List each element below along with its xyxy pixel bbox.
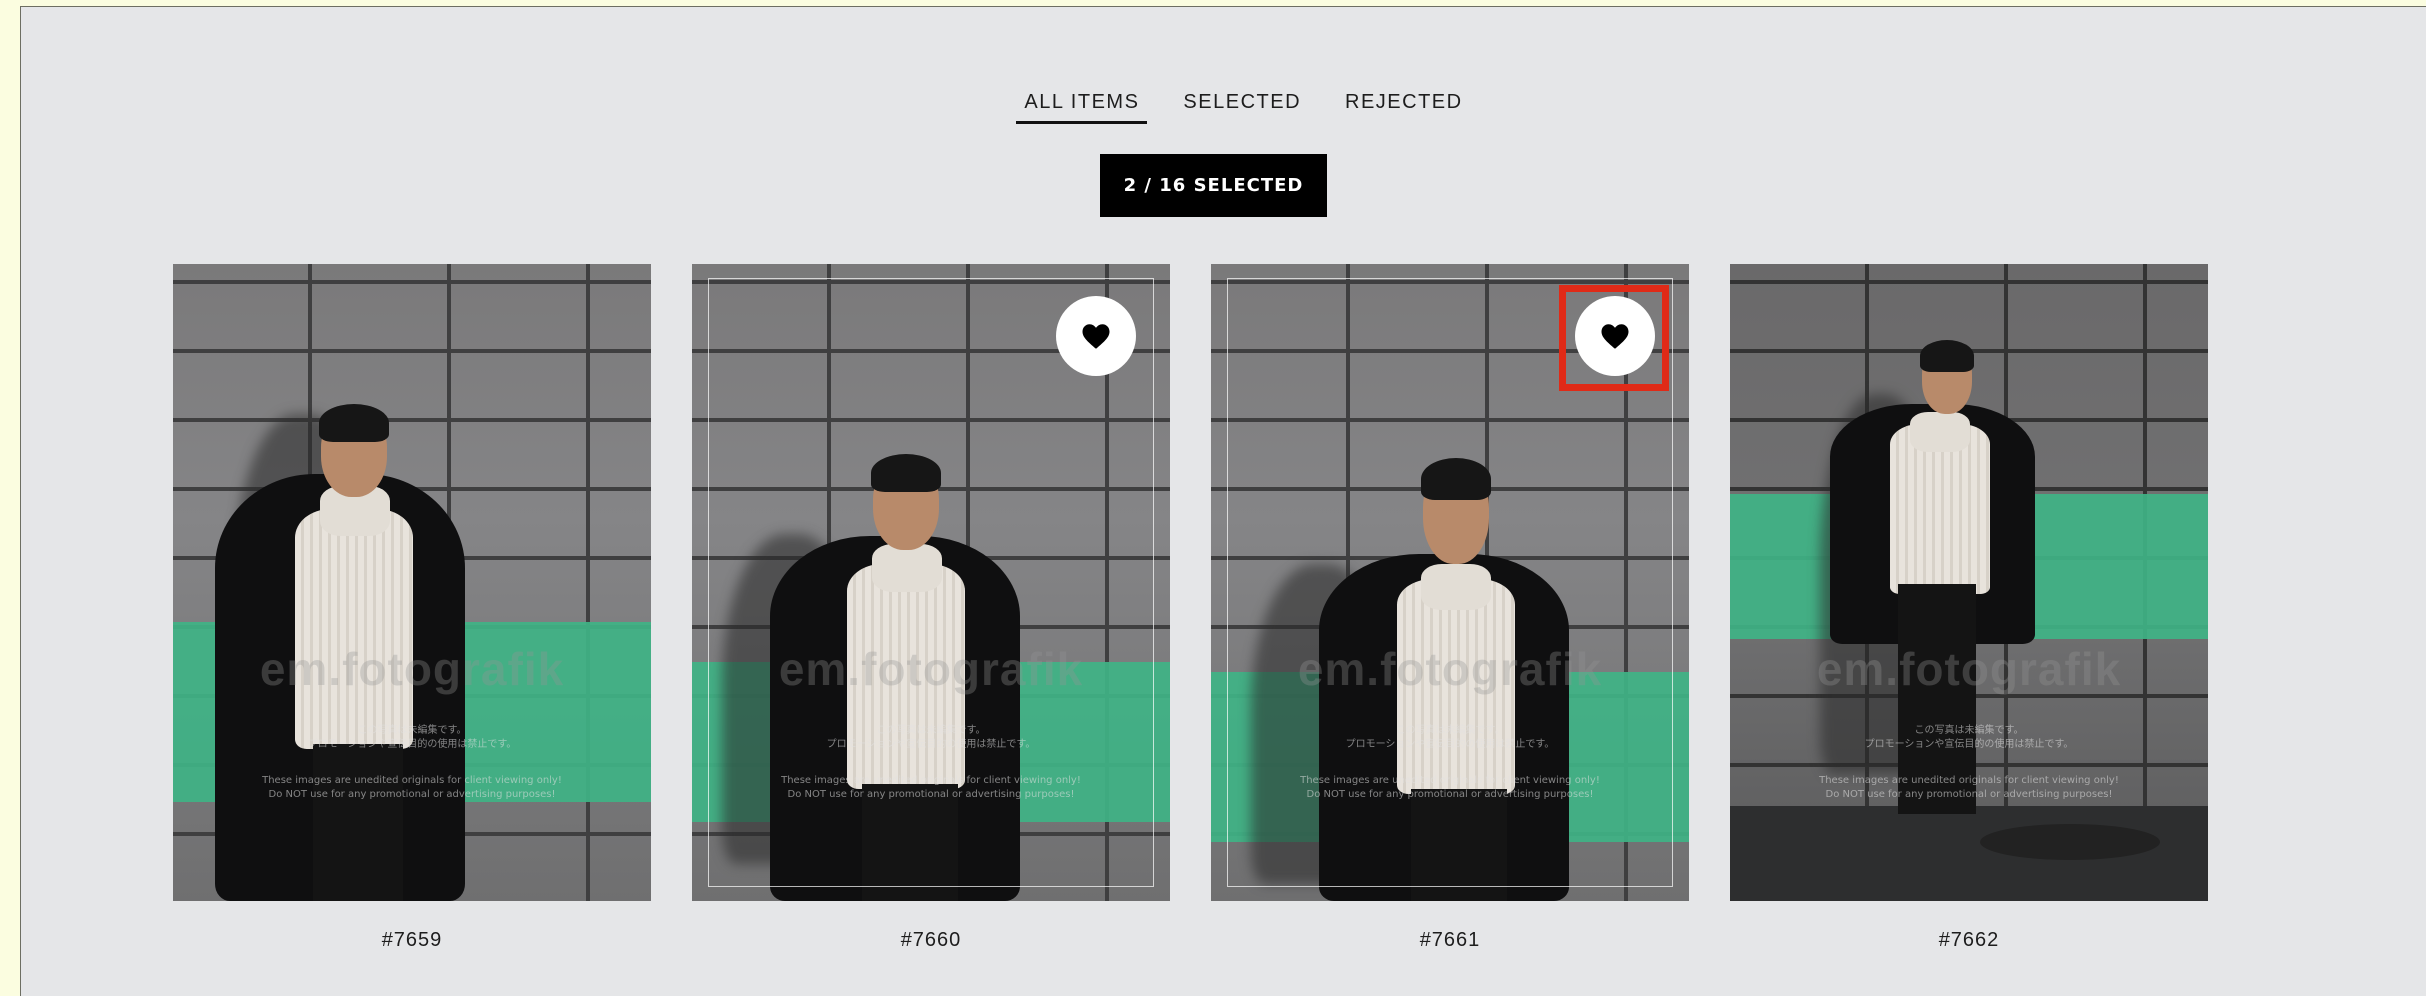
watermark-brand: em.fotografik <box>1297 643 1603 695</box>
watermark-note-jp: この写真は未編集です。 プロモーションや宣伝目的の使用は禁止です。 <box>307 725 517 750</box>
watermark-note-jp: この写真は未編集です。 プロモーションや宣伝目的の使用は禁止です。 <box>1345 725 1555 750</box>
watermark-note-jp: この写真は未編集です。 プロモーションや宣伝目的の使用は禁止です。 <box>1864 725 2074 750</box>
photo-card[interactable]: em.fotografik この写真は未編集です。 プロモーションや宣伝目的の使用… <box>1211 264 1689 952</box>
photo-caption: #7661 <box>1419 929 1481 951</box>
watermark-brand: em.fotografik <box>1816 643 2122 695</box>
photo-thumbnail[interactable]: em.fotografik この写真は未編集です。 プロモーションや宣伝目的の使用… <box>692 264 1170 901</box>
favorite-button[interactable] <box>1056 296 1136 376</box>
heart-icon <box>1082 323 1110 349</box>
photo-card[interactable]: em.fotografik この写真は未編集です。 プロモーションや宣伝目的の使用… <box>1730 264 2208 952</box>
watermark-note-en: These images are unedited originals for … <box>262 775 562 800</box>
manhole-cover <box>1980 824 2160 860</box>
watermark-brand: em.fotografik <box>259 643 565 695</box>
photo-caption: #7662 <box>1938 929 2000 951</box>
photo-card[interactable]: em.fotografik この写真は未編集です。 プロモーションや宣伝目的の使用… <box>173 264 651 952</box>
selection-counter: 2 / 16 SELECTED <box>1100 154 1327 217</box>
watermark-note-en: These images are unedited originals for … <box>781 775 1081 800</box>
tab-all-items[interactable]: ALL ITEMS <box>1016 87 1148 124</box>
photo-caption: #7659 <box>381 929 443 951</box>
tab-selected[interactable]: SELECTED <box>1175 87 1309 124</box>
watermark-brand: em.fotografik <box>778 643 1084 695</box>
watermark-note-en: These images are unedited originals for … <box>1300 775 1600 800</box>
watermark-note-jp: この写真は未編集です。 プロモーションや宣伝目的の使用は禁止です。 <box>826 725 1036 750</box>
tab-rejected[interactable]: REJECTED <box>1337 87 1471 124</box>
favorite-button[interactable] <box>1575 296 1655 376</box>
photo-thumbnail[interactable]: em.fotografik この写真は未編集です。 プロモーションや宣伝目的の使用… <box>173 264 651 901</box>
filter-tabs: ALL ITEMS SELECTED REJECTED <box>21 87 2426 124</box>
photo-caption: #7660 <box>900 929 962 951</box>
gallery-page: ALL ITEMS SELECTED REJECTED 2 / 16 SELEC… <box>20 6 2426 996</box>
photo-card[interactable]: em.fotografik この写真は未編集です。 プロモーションや宣伝目的の使用… <box>692 264 1170 952</box>
photo-thumbnail[interactable]: em.fotografik この写真は未編集です。 プロモーションや宣伝目的の使用… <box>1730 264 2208 901</box>
heart-icon <box>1601 323 1629 349</box>
photo-thumbnail[interactable]: em.fotografik この写真は未編集です。 プロモーションや宣伝目的の使用… <box>1211 264 1689 901</box>
watermark-note-en: These images are unedited originals for … <box>1819 775 2119 800</box>
